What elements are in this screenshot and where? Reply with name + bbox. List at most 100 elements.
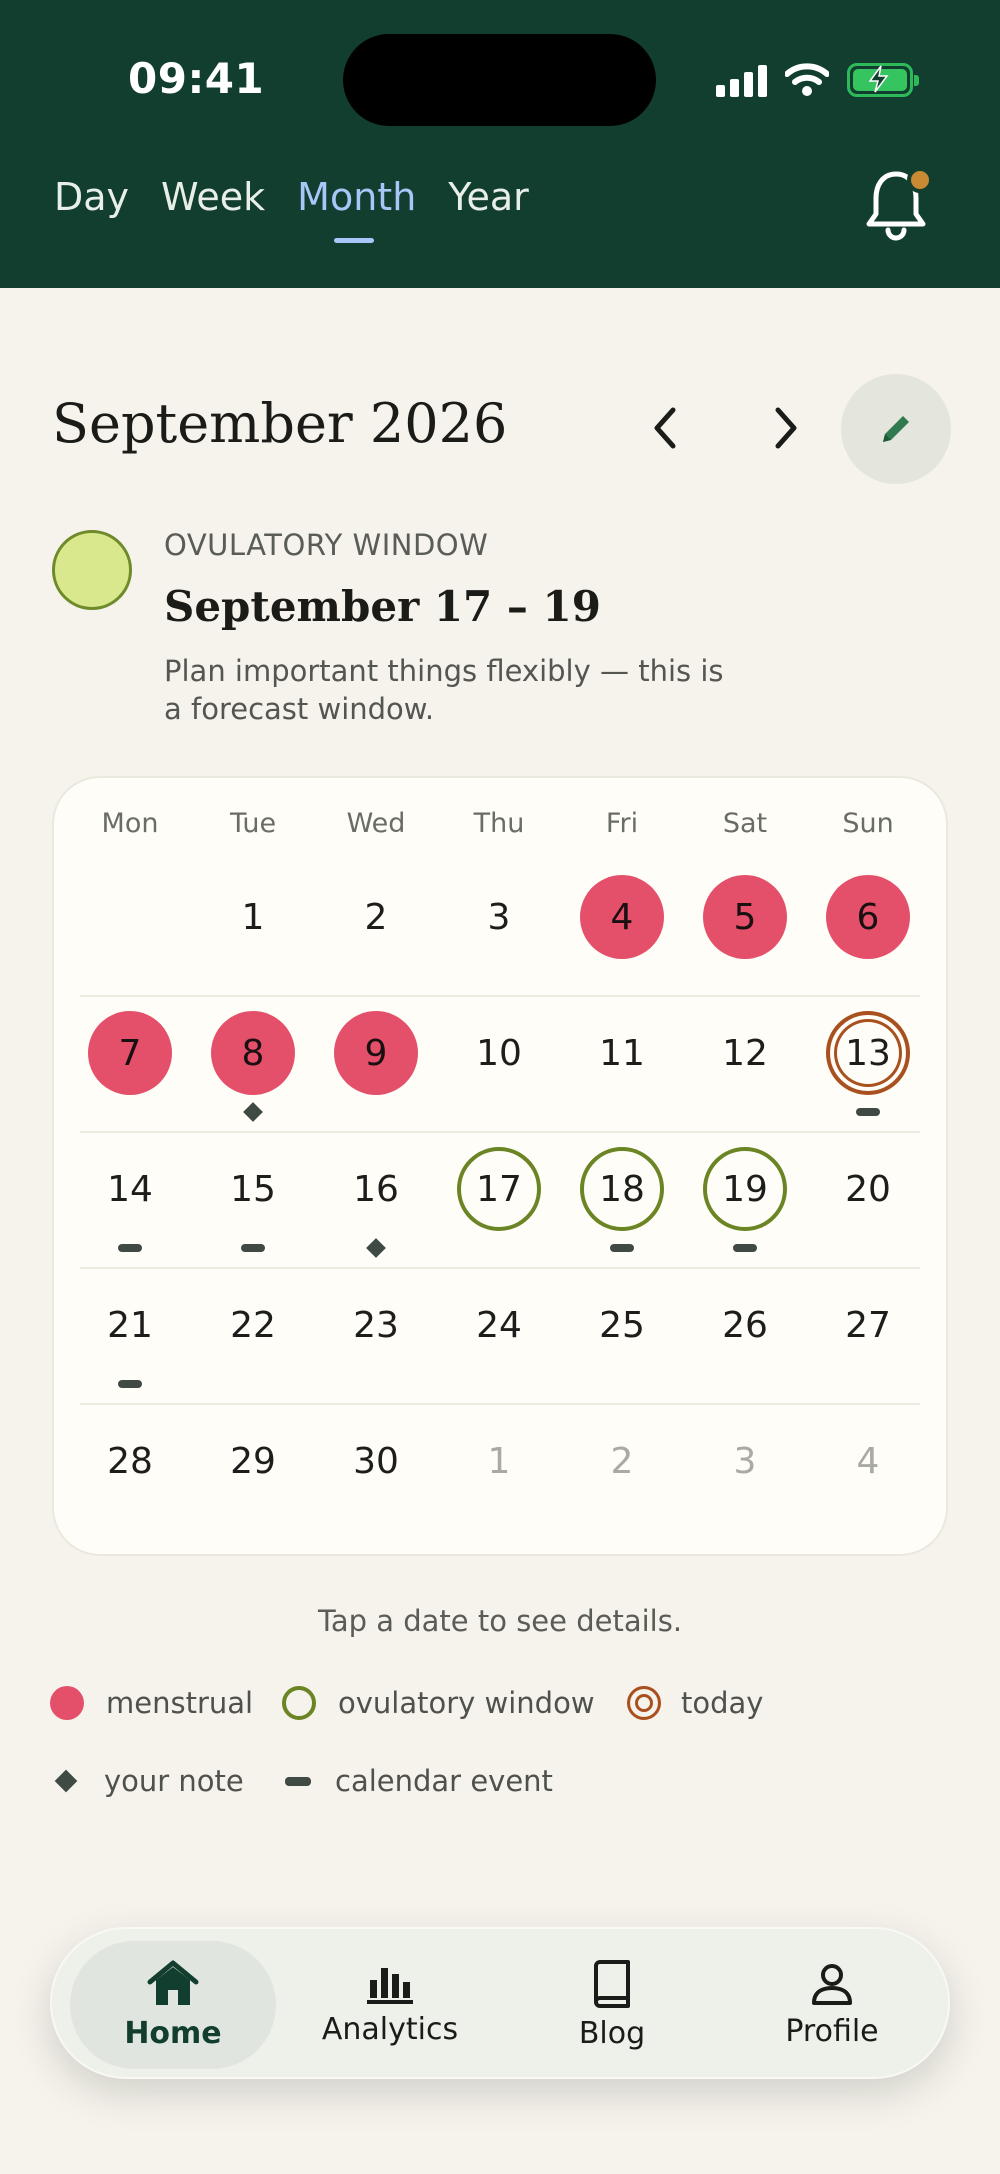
calendar-day[interactable]: 25 (580, 1283, 664, 1367)
nav-label: Blog (578, 2015, 646, 2051)
dynamic-island (343, 34, 656, 126)
phase-note: Plan important things flexibly — this is… (164, 652, 734, 728)
weekday-header: Sat (722, 808, 768, 839)
calendar-day[interactable]: 2 (334, 875, 418, 959)
today-swatch (627, 1686, 661, 1720)
event-marker (610, 1244, 634, 1252)
calendar-day[interactable]: 9 (334, 1011, 418, 1095)
legend-label: today (681, 1686, 764, 1720)
event-marker (118, 1380, 142, 1388)
calendar-day[interactable]: 23 (334, 1283, 418, 1367)
nav-label: Profile (785, 2013, 879, 2049)
legend-label: your note (104, 1764, 244, 1798)
book-icon (594, 1959, 630, 2008)
event-marker (118, 1244, 142, 1252)
phase-note-line: a forecast window. (164, 692, 435, 726)
calendar-day[interactable]: 21 (88, 1283, 172, 1367)
calendar-day[interactable]: 28 (88, 1419, 172, 1503)
nav-profile[interactable]: Profile (762, 1929, 902, 2081)
calendar-day[interactable]: 13 (826, 1011, 910, 1095)
legend-label: menstrual (106, 1686, 254, 1720)
calendar-day[interactable]: 10 (457, 1011, 541, 1095)
menstrual-swatch (50, 1686, 84, 1720)
calendar-day[interactable]: 1 (211, 875, 295, 959)
status-icons (716, 58, 919, 102)
analytics-icon (367, 1967, 413, 2004)
calendar-day[interactable]: 11 (580, 1011, 664, 1095)
weekday-header: Wed (346, 808, 406, 839)
calendar-day[interactable]: 16 (334, 1147, 418, 1231)
notification-dot (907, 167, 933, 193)
bottom-navigation: Home Analytics Blog Profile (50, 1927, 950, 2079)
calendar-day[interactable]: 26 (703, 1283, 787, 1367)
calendar-day[interactable]: 8 (211, 1011, 295, 1095)
weekday-header: Tue (229, 808, 277, 839)
row-divider (80, 1267, 920, 1269)
legend-label: ovulatory window (338, 1686, 595, 1720)
nav-home[interactable]: Home (70, 1941, 276, 2069)
calendar-day[interactable]: 22 (211, 1283, 295, 1367)
calendar-day[interactable]: 7 (88, 1011, 172, 1095)
weekday-header: Thu (473, 808, 525, 839)
weekday-header: Fri (605, 808, 639, 839)
calendar-day[interactable]: 4 (826, 1419, 910, 1503)
calendar-day[interactable]: 18 (580, 1147, 664, 1231)
nav-blog[interactable]: Blog (552, 1929, 672, 2081)
month-title: September 2026 (52, 392, 508, 455)
legend-ovulatory: ovulatory window (282, 1686, 595, 1720)
calendar-day[interactable]: 27 (826, 1283, 910, 1367)
phase-date-range: September 17 – 19 (164, 582, 601, 631)
weekday-header: Mon (101, 808, 159, 839)
nav-label: Home (124, 2015, 222, 2051)
calendar-day[interactable]: 14 (88, 1147, 172, 1231)
event-marker (733, 1244, 757, 1252)
calendar-day[interactable]: 17 (457, 1147, 541, 1231)
calendar-day[interactable]: 12 (703, 1011, 787, 1095)
calendar-day[interactable]: 19 (703, 1147, 787, 1231)
calendar-day[interactable]: 20 (826, 1147, 910, 1231)
calendar-day[interactable]: 29 (211, 1419, 295, 1503)
event-dash-icon (285, 1776, 311, 1786)
status-time: 09:41 (128, 54, 265, 103)
nav-label: Analytics (321, 2011, 459, 2047)
calendar-day[interactable]: 15 (211, 1147, 295, 1231)
tab-month[interactable]: Month (297, 175, 416, 243)
legend-menstrual: menstrual (50, 1686, 253, 1720)
tab-year[interactable]: Year (448, 175, 528, 219)
legend-label: calendar event (335, 1764, 553, 1798)
calendar-day[interactable]: 5 (703, 875, 787, 959)
nav-analytics[interactable]: Analytics (300, 1929, 480, 2081)
home-icon (147, 1960, 199, 2005)
ovulatory-swatch (282, 1686, 316, 1720)
next-month-button[interactable] (760, 400, 810, 456)
calendar-day[interactable]: 3 (457, 875, 541, 959)
event-marker (241, 1244, 265, 1252)
phase-label: OVULATORY WINDOW (164, 528, 489, 562)
tab-week[interactable]: Week (161, 175, 265, 219)
profile-icon (812, 1963, 852, 2005)
wifi-icon (785, 63, 829, 96)
view-tabs: Day Week Month Year (54, 175, 529, 243)
calendar-day[interactable]: 6 (826, 875, 910, 959)
row-divider (80, 995, 920, 997)
edit-button[interactable] (841, 374, 951, 484)
calendar-day[interactable]: 2 (580, 1419, 664, 1503)
calendar-day[interactable]: 24 (457, 1283, 541, 1367)
row-divider (80, 1131, 920, 1133)
legend-event: calendar event (285, 1764, 553, 1798)
calendar-day[interactable]: 30 (334, 1419, 418, 1503)
signal-icon (716, 63, 767, 97)
legend-note: your note (54, 1764, 244, 1798)
tab-day[interactable]: Day (54, 175, 129, 219)
phase-indicator (52, 530, 132, 610)
phase-note-line: Plan important things flexibly — this is (164, 654, 724, 688)
previous-month-button[interactable] (641, 400, 691, 456)
calendar-day[interactable]: 1 (457, 1419, 541, 1503)
hint-text: Tap a date to see details. (317, 1604, 683, 1638)
event-marker (856, 1108, 880, 1116)
calendar-day[interactable]: 4 (580, 875, 664, 959)
note-diamond-icon (54, 1769, 78, 1793)
calendar-day[interactable]: 3 (703, 1419, 787, 1503)
row-divider (80, 1403, 920, 1405)
battery-icon (847, 63, 919, 97)
